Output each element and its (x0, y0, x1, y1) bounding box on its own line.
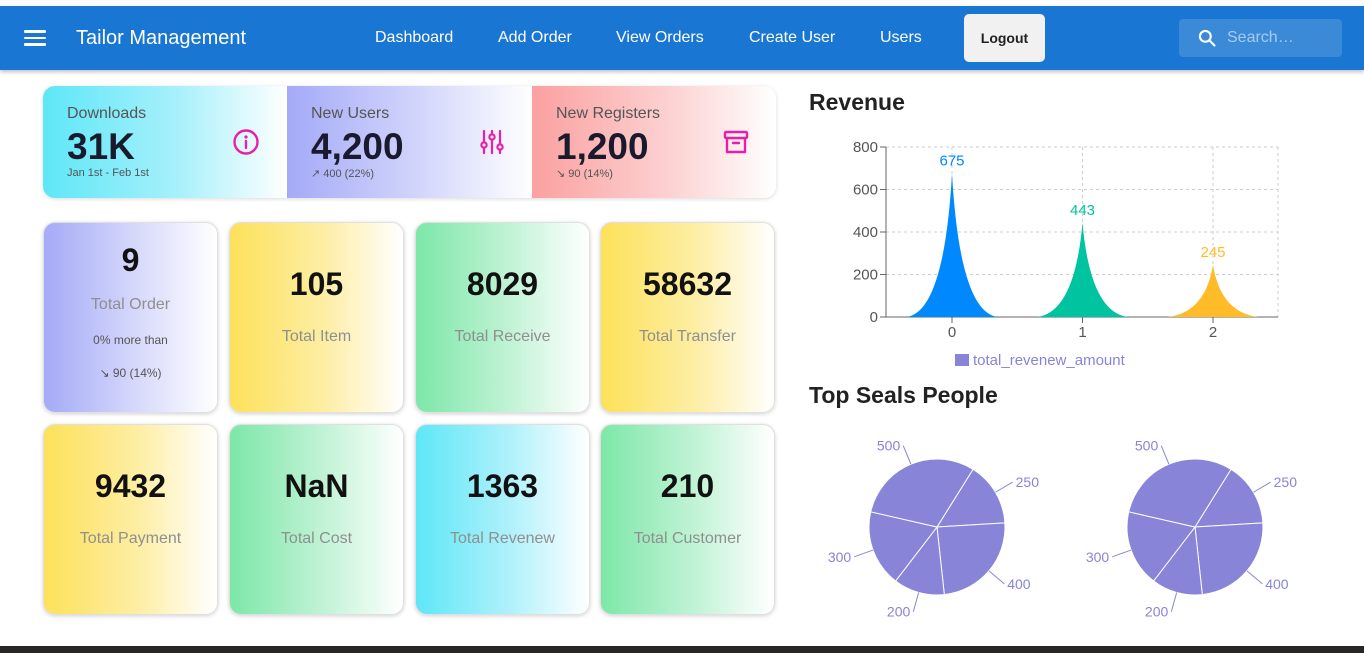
tile-label: Total Receive (454, 328, 551, 345)
y-tick-label: 600 (853, 182, 878, 199)
tile-label: Total Revenew (450, 530, 555, 547)
nav-create-user[interactable]: Create User (749, 29, 835, 47)
tile-total-transfer[interactable]: 58632 Total Transfer (600, 222, 775, 413)
search-box (1179, 19, 1342, 57)
tile-label: Total Transfer (639, 328, 736, 345)
revenue-title: Revenue (809, 89, 905, 115)
legend-swatch (955, 354, 969, 366)
stat-value: 1,200 (556, 126, 649, 167)
taskbar-strip (0, 646, 1364, 653)
pie-label: 200 (887, 604, 911, 620)
nav-view-orders[interactable]: View Orders (616, 29, 704, 47)
revenue-area-peak (906, 173, 998, 317)
pie-label: 300 (1086, 549, 1110, 565)
stat-new-users: New Users 4,200 ↗ 400 (22%) (287, 86, 532, 198)
tile-total-order[interactable]: 9 Total Order 0% more than ↘ 90 (14%) (43, 222, 218, 413)
tile-value: 8029 (466, 266, 539, 302)
pie-label-line (1112, 549, 1132, 558)
revenue-area-peak (1167, 264, 1259, 317)
nav-dashboard[interactable]: Dashboard (375, 29, 453, 47)
data-label: 675 (939, 153, 964, 170)
x-tick-label: 2 (1209, 324, 1217, 341)
tile-value: 105 (289, 266, 344, 302)
tile-label: Total Item (281, 328, 352, 345)
top-seals-pie-1: 250 400 200 300 500 (828, 438, 1040, 620)
tile-total-payment[interactable]: 9432 Total Payment (43, 424, 218, 615)
info-icon (233, 129, 259, 155)
pie-label: 400 (1265, 576, 1289, 592)
nav-users[interactable]: Users (880, 29, 922, 47)
top-seals-title: Top Seals People (809, 382, 998, 408)
pie-label-line (995, 481, 1013, 493)
tile-label: Total Customer (633, 530, 742, 547)
y-tick-label: 200 (853, 267, 878, 284)
legend-label: total_revenew_amount (973, 352, 1126, 369)
app-title: Tailor Management (76, 27, 247, 49)
pie-label: 200 (1145, 604, 1169, 620)
tile-label: Total Order (90, 296, 171, 313)
tile-total-customer[interactable]: 210 Total Customer (600, 424, 775, 615)
pie-label-line (1253, 481, 1271, 493)
stat-sub: ↘ 90 (14%) (556, 168, 613, 180)
archive-icon (723, 130, 749, 154)
revenue-chart: 0 200 400 600 800 0 1 2 675 443 245 total_revenew_a… (853, 139, 1279, 369)
data-label: 245 (1200, 244, 1225, 261)
pie-label-line (902, 445, 912, 465)
nav-add-order[interactable]: Add Order (498, 29, 572, 47)
pie-label: 500 (1135, 438, 1159, 454)
tile-total-revenew[interactable]: 1363 Total Revenew (415, 424, 590, 615)
y-tick-label: 0 (870, 309, 878, 326)
tile-value: 9 (121, 242, 140, 278)
pie-label: 250 (1274, 474, 1298, 490)
tile-value: NaN (284, 468, 349, 504)
stat-value: 31K (67, 126, 135, 167)
pie-label-line (1170, 592, 1178, 612)
pie-label-line (1160, 445, 1170, 465)
tile-label: Total Cost (280, 530, 353, 547)
x-tick-label: 0 (948, 324, 956, 341)
pie-slice (936, 522, 1006, 596)
tile-value: 9432 (94, 468, 167, 504)
stat-label: New Users (311, 105, 390, 122)
sliders-icon (480, 129, 504, 155)
tile-value: 210 (660, 468, 715, 504)
y-tick-label: 800 (853, 139, 878, 156)
search-icon (1198, 29, 1216, 47)
pie-label-line (988, 570, 1005, 585)
pie-label-line (1246, 570, 1263, 585)
stat-label: New Registers (556, 105, 661, 122)
data-label: 443 (1070, 202, 1095, 219)
stats-card: Downloads 31K Jan 1st - Feb 1st New User… (43, 86, 776, 198)
logout-button[interactable]: Logout (964, 14, 1045, 62)
tile-sub: ↘ 90 (14%) (99, 366, 162, 380)
tile-total-receive[interactable]: 8029 Total Receive (415, 222, 590, 413)
pie-label-line (854, 549, 874, 558)
pie-label-line (912, 592, 920, 612)
stat-sub: ↗ 400 (22%) (311, 168, 375, 180)
tile-label: Total Payment (79, 530, 182, 547)
pie-slice (1194, 522, 1264, 596)
x-tick-label: 1 (1078, 324, 1086, 341)
app-bar: Tailor Management Dashboard Add Order Vi… (0, 6, 1364, 70)
stat-value: 4,200 (311, 126, 404, 167)
search-input[interactable] (1227, 27, 1337, 49)
tile-value: 58632 (643, 266, 732, 302)
pie-label: 250 (1016, 474, 1040, 490)
y-tick-label: 400 (853, 224, 878, 241)
stat-label: Downloads (67, 105, 147, 122)
tile-sub: 0% more than (93, 333, 168, 347)
tile-total-cost[interactable]: NaN Total Cost (229, 424, 404, 615)
revenue-area-peak (1036, 222, 1129, 317)
tile-total-item[interactable]: 105 Total Item (229, 222, 404, 413)
tile-value: 1363 (466, 468, 539, 504)
stat-downloads: Downloads 31K Jan 1st - Feb 1st (43, 86, 287, 198)
pie-label: 400 (1007, 576, 1031, 592)
stat-sub: Jan 1st - Feb 1st (67, 167, 149, 179)
pie-label: 300 (828, 549, 852, 565)
pie-label: 500 (877, 438, 901, 454)
hamburger-menu-icon[interactable] (24, 26, 46, 50)
top-seals-pie-2: 250 400 200 300 500 (1086, 438, 1298, 620)
stat-new-registers: New Registers 1,200 ↘ 90 (14%) (532, 86, 776, 198)
